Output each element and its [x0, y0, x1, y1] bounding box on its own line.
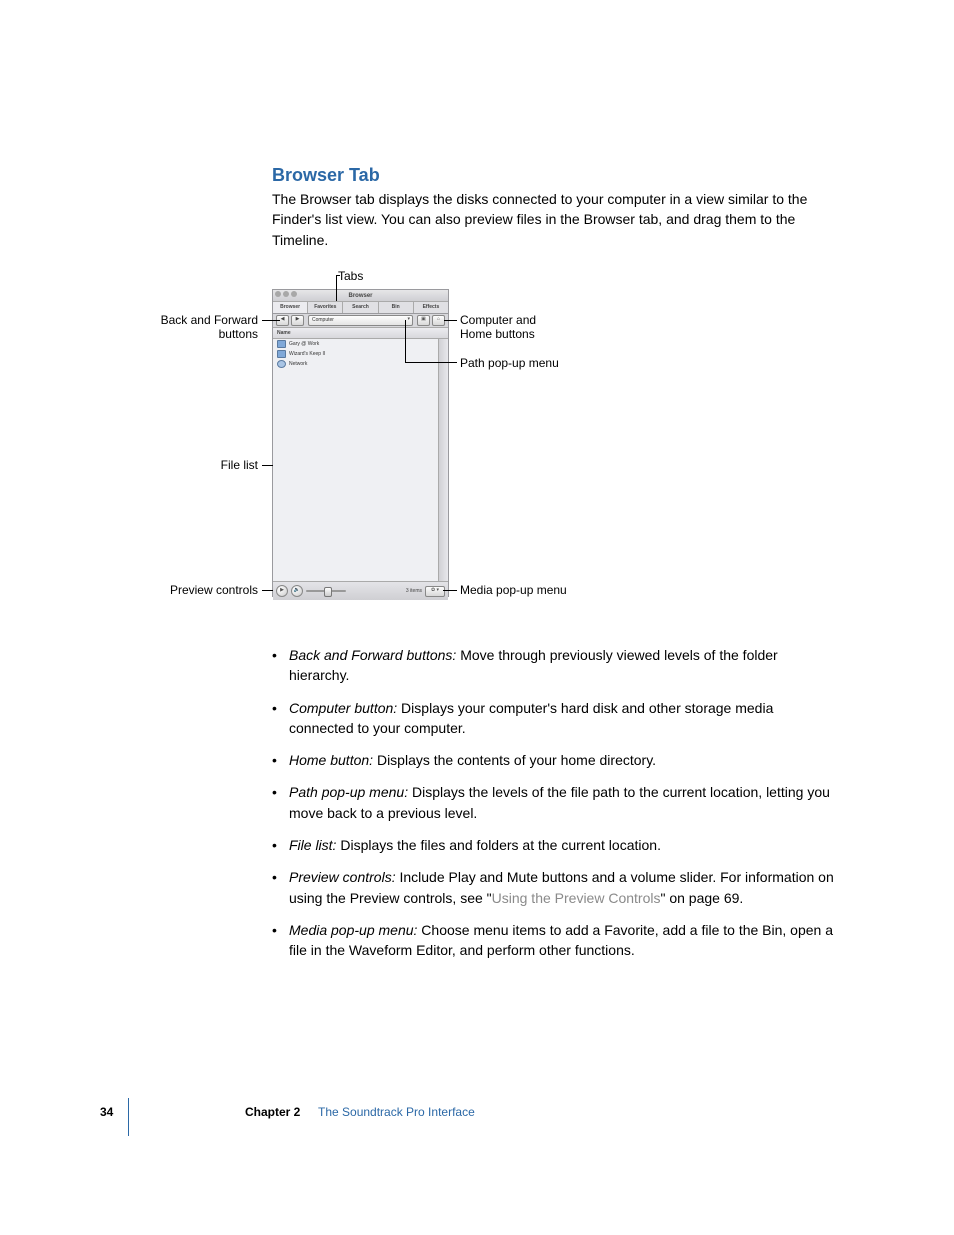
list-item[interactable]: Wizard's Keep II — [273, 349, 448, 359]
file-name: Gary @ Work — [289, 341, 319, 347]
callout-preview-controls: Preview controls — [100, 583, 258, 597]
callout-line — [405, 320, 406, 363]
chapter-title: The Soundtrack Pro Interface — [318, 1105, 475, 1119]
preview-controls-bar: ▶ 🔉 3 items ✿ ▾ — [273, 582, 448, 600]
callout-text: Back and Forward — [161, 313, 258, 327]
bullet-term: File list: — [289, 837, 336, 853]
callout-media-popup: Media pop-up menu — [460, 583, 567, 597]
bullet-desc: Displays the files and folders at the cu… — [336, 837, 661, 853]
bullet-desc: " on page 69. — [660, 890, 743, 906]
disk-icon — [277, 340, 286, 348]
callout-text: buttons — [219, 327, 258, 341]
file-name: Network — [289, 361, 307, 367]
page: Browser Tab The Browser tab displays the… — [0, 0, 954, 1235]
volume-slider[interactable] — [306, 590, 346, 592]
file-name: Wizard's Keep II — [289, 351, 325, 357]
tab-effects[interactable]: Effects — [414, 302, 448, 313]
bullet-list: Back and Forward buttons: Move through p… — [289, 645, 837, 973]
close-icon — [275, 291, 281, 297]
bullet-term: Home button: — [289, 752, 373, 768]
bullet-item: Path pop-up menu: Displays the levels of… — [289, 782, 837, 823]
callout-tabs: Tabs — [338, 269, 363, 283]
column-header: Name — [273, 328, 448, 339]
network-icon — [277, 360, 286, 368]
section-intro: The Browser tab displays the disks conne… — [272, 189, 837, 250]
browser-window-figure: Browser Browser Favorites Search Bin Eff… — [272, 289, 449, 597]
callout-line — [444, 320, 457, 321]
bullet-item: Back and Forward buttons: Move through p… — [289, 645, 837, 686]
bullet-desc: Displays the contents of your home direc… — [373, 752, 656, 768]
bullet-item: Media pop-up menu: Choose menu items to … — [289, 920, 837, 961]
media-popup-menu[interactable]: ✿ ▾ — [425, 586, 445, 597]
toolbar: ◀ ▶ Computer ▣ ⌂ — [273, 314, 448, 328]
page-number: 34 — [100, 1105, 113, 1119]
bullet-item: File list: Displays the files and folder… — [289, 835, 837, 855]
computer-button[interactable]: ▣ — [417, 315, 430, 326]
list-item[interactable]: Network — [273, 359, 448, 369]
callout-back-forward: Back and Forward buttons — [100, 313, 258, 342]
cross-reference-link[interactable]: Using the Preview Controls — [492, 890, 661, 906]
minimize-icon — [283, 291, 289, 297]
disk-icon — [277, 350, 286, 358]
callout-line — [262, 590, 273, 591]
items-count: 3 items — [406, 588, 422, 594]
zoom-icon — [291, 291, 297, 297]
callout-text: Home buttons — [460, 327, 535, 341]
bullet-term: Path pop-up menu: — [289, 784, 408, 800]
window-titlebar: Browser — [273, 290, 448, 302]
bullet-item: Computer button: Displays your computer'… — [289, 698, 837, 739]
bullet-term: Back and Forward buttons: — [289, 647, 456, 663]
callout-text: Computer and — [460, 313, 536, 327]
section-title: Browser Tab — [272, 165, 380, 186]
tab-favorites[interactable]: Favorites — [308, 302, 343, 313]
path-popup-menu[interactable]: Computer — [308, 315, 413, 326]
play-button[interactable]: ▶ — [276, 585, 288, 597]
callout-file-list: File list — [100, 458, 258, 472]
callout-computer-home: Computer and Home buttons — [460, 313, 536, 342]
traffic-lights — [275, 291, 297, 297]
chapter-label: Chapter 2 — [245, 1105, 300, 1119]
callout-line — [336, 275, 340, 276]
file-list[interactable]: Gary @ Work Wizard's Keep II Network — [273, 339, 448, 582]
callout-line — [443, 590, 457, 591]
callout-line — [262, 320, 280, 321]
bullet-term: Media pop-up menu: — [289, 922, 417, 938]
bullet-term: Computer button: — [289, 700, 397, 716]
footer-rule — [128, 1098, 129, 1136]
window-title: Browser — [348, 293, 372, 299]
forward-button[interactable]: ▶ — [291, 315, 304, 326]
callout-path-popup: Path pop-up menu — [460, 356, 559, 370]
tab-bin[interactable]: Bin — [379, 302, 414, 313]
bullet-term: Preview controls: — [289, 869, 396, 885]
tab-bar: Browser Favorites Search Bin Effects — [273, 302, 448, 314]
mute-button[interactable]: 🔉 — [291, 585, 303, 597]
list-item[interactable]: Gary @ Work — [273, 339, 448, 349]
tab-search[interactable]: Search — [343, 302, 378, 313]
callout-line — [262, 465, 273, 466]
callout-line — [405, 362, 457, 363]
scrollbar[interactable] — [438, 339, 448, 581]
bullet-item: Preview controls: Include Play and Mute … — [289, 867, 837, 908]
bullet-item: Home button: Displays the contents of yo… — [289, 750, 837, 770]
tab-browser[interactable]: Browser — [273, 302, 308, 313]
callout-line — [336, 275, 337, 301]
